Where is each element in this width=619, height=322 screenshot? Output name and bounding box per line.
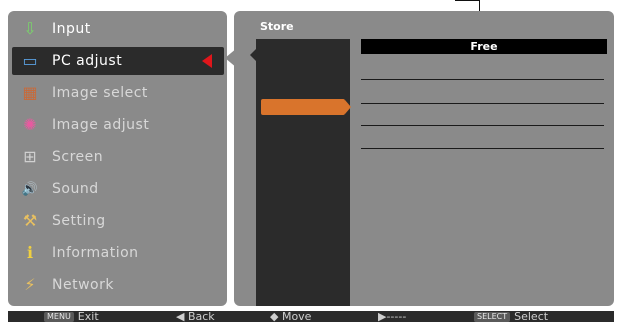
menu-item-input[interactable]: ⇩ Input xyxy=(12,15,224,43)
pc-adjust-icon: ▭ xyxy=(22,51,38,70)
guide-move: ◆ Move xyxy=(270,311,312,322)
submenu-pointer xyxy=(250,47,258,63)
operation-guide-bar: MENU Exit ◀ Back ◆ Move ▶----- SELECT Se… xyxy=(8,311,614,322)
selected-arrow-icon xyxy=(202,54,212,68)
menu-item-network[interactable]: ⚡ Network xyxy=(12,271,224,299)
main-menu-panel: ⇩ Input ▭ PC adjust ▦ Image select ✺ Ima… xyxy=(8,11,227,306)
menu-item-pc-adjust[interactable]: ▭ PC adjust xyxy=(12,47,224,75)
menu-item-information[interactable]: ℹ Information xyxy=(12,239,224,267)
setting-icon: ⚒ xyxy=(22,211,38,230)
submenu-panel: Store Free xyxy=(234,11,614,306)
select-key-icon: SELECT xyxy=(474,311,511,322)
callout-line-horizontal xyxy=(455,0,479,1)
store-slot-3[interactable] xyxy=(361,103,604,104)
store-slot-1[interactable]: Free xyxy=(361,39,607,54)
submenu-list xyxy=(256,39,350,306)
highlight-arrow xyxy=(345,100,351,114)
panel-title: Store xyxy=(260,20,294,33)
sound-icon: 🔊 xyxy=(21,181,39,197)
guide-exit-label: Exit xyxy=(77,311,99,322)
image-select-icon: ▦ xyxy=(22,83,38,102)
highlight-bar[interactable] xyxy=(261,99,345,115)
projector-osd-menu: ⇩ Input ▭ PC adjust ▦ Image select ✺ Ima… xyxy=(0,0,619,322)
store-slot-2[interactable] xyxy=(361,79,604,80)
guide-next: ▶----- xyxy=(378,311,407,322)
menu-item-label: Input xyxy=(52,21,91,37)
menu-item-sound[interactable]: 🔊 Sound xyxy=(12,175,224,203)
menu-item-label: Network xyxy=(52,277,114,293)
guide-exit: MENU Exit xyxy=(44,311,99,322)
input-icon: ⇩ xyxy=(23,19,37,38)
menu-item-label: Sound xyxy=(52,181,99,197)
menu-item-image-adjust[interactable]: ✺ Image adjust xyxy=(12,111,224,139)
menu-item-label: PC adjust xyxy=(52,53,123,69)
menu-item-label: Screen xyxy=(52,149,104,165)
menu-item-image-select[interactable]: ▦ Image select xyxy=(12,79,224,107)
store-slot-4[interactable] xyxy=(361,125,604,126)
menu-item-label: Image adjust xyxy=(52,117,150,133)
image-adjust-icon: ✺ xyxy=(23,115,37,134)
menu-item-setting[interactable]: ⚒ Setting xyxy=(12,207,224,235)
screen-icon: ⊞ xyxy=(23,147,37,166)
menu-key-icon: MENU xyxy=(44,311,74,322)
network-icon: ⚡ xyxy=(24,275,36,294)
menu-item-label: Setting xyxy=(52,213,106,229)
guide-back: ◀ Back xyxy=(176,311,215,322)
guide-select: SELECT Select xyxy=(474,311,548,322)
menu-item-screen[interactable]: ⊞ Screen xyxy=(12,143,224,171)
menu-item-label: Information xyxy=(52,245,139,261)
menu-item-label: Image select xyxy=(52,85,148,101)
information-icon: ℹ xyxy=(26,243,34,262)
store-slot-5[interactable] xyxy=(361,148,604,149)
guide-select-label: Select xyxy=(514,311,549,322)
